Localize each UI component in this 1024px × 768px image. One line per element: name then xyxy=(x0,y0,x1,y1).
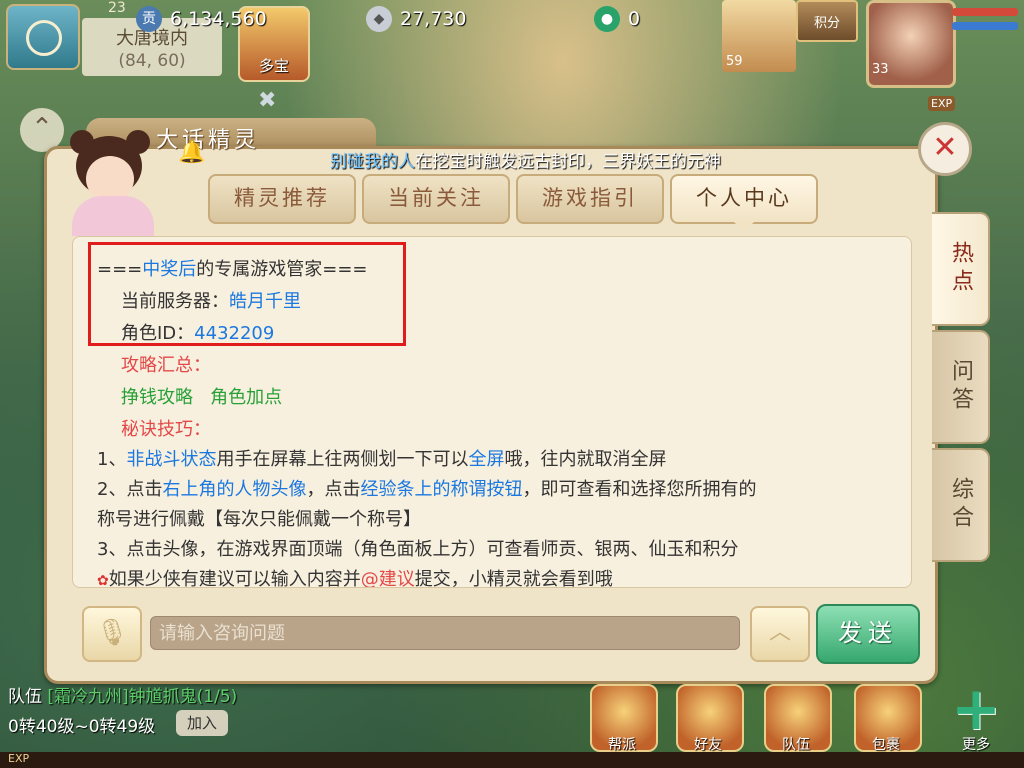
currency-jade-value: 0 xyxy=(628,8,641,30)
exp-bar xyxy=(0,752,1024,768)
currency-shigong-value: 6,134,560 xyxy=(170,8,267,30)
tip-4-end: 提交，小精灵就会看到哦 xyxy=(414,569,613,588)
tab-recommend[interactable]: 精灵推荐 xyxy=(208,174,356,224)
hero-level: 33 xyxy=(872,62,889,77)
guide-links: 挣钱攻略 角色加点 xyxy=(121,383,282,409)
more-label: 更多 xyxy=(962,737,990,753)
tip-1-highlight-b: 全屏 xyxy=(468,449,505,470)
player-level: 23 xyxy=(108,0,126,16)
friends-label: 好友 xyxy=(694,737,722,753)
currency-silver: ◆ 27,730 xyxy=(366,6,466,32)
location-coords: (84, 60) xyxy=(118,51,186,71)
tips-title: 秘诀技巧： xyxy=(121,419,211,440)
tip-2-end: ，即可查看和选择您所拥有的 xyxy=(522,479,757,500)
duobao-label: 多宝 xyxy=(258,57,289,75)
tip-2-highlight-a: 右上角的人物头像 xyxy=(162,479,307,500)
send-button[interactable]: 发送 xyxy=(816,604,920,664)
red-highlight-box xyxy=(88,242,406,346)
exp-label: EXP xyxy=(8,752,30,765)
team-prefix: 队伍 xyxy=(8,687,42,707)
attribute-points-guide-link[interactable]: 角色加点 xyxy=(210,387,282,408)
tip-4-prefix: 如果少侠有建议可以输入内容并 xyxy=(108,569,361,588)
tip-1-mid: 用手在屏幕上往两侧划一下可以 xyxy=(216,449,469,470)
tip-3: 3、点击头像，在游戏界面顶端（角色面板上方）可查看师贡、银两、仙玉和积分 xyxy=(97,539,739,560)
map-icon[interactable] xyxy=(6,4,80,70)
tab-following[interactable]: 当前关注 xyxy=(362,174,510,224)
team-task-line[interactable]: 队伍 [霜冷九州]钟馗抓鬼(1/5) xyxy=(8,682,237,707)
voice-button[interactable]: 🎙 xyxy=(82,606,142,662)
bag-label: 包裹 xyxy=(872,737,900,753)
dialog-title: 大话精灵 xyxy=(156,128,261,153)
expand-button[interactable]: ︿ xyxy=(750,606,810,662)
guide-title: 攻略汇总： xyxy=(121,355,211,376)
earn-money-guide-link[interactable]: 挣钱攻略 xyxy=(121,387,193,408)
question-input[interactable]: 请输入咨询问题 xyxy=(150,616,740,650)
news-marquee: 别碰我的人在挖宝时触发远古封印，三界妖王的元神 xyxy=(330,147,721,172)
currency-jade: ● 0 xyxy=(594,6,640,32)
side-tab-hot[interactable]: 热点 xyxy=(932,212,990,326)
tab-personal-center[interactable]: 个人中心 xyxy=(670,174,818,232)
chevron-up-icon: ︿ xyxy=(768,620,791,645)
guild-label: 帮派 xyxy=(608,737,636,753)
silver-icon: ◆ xyxy=(366,6,392,32)
status-bars xyxy=(952,8,1018,36)
bell-icon: 🔔 xyxy=(178,140,206,165)
tip-1-prefix: 1、 xyxy=(97,449,127,470)
tip-1: 1、非战斗状态用手在屏幕上往两侧划一下可以全屏哦，往内就取消全屏 xyxy=(97,445,666,471)
tip-2-line-2: 称号进行佩戴【每次只能佩戴一个称号】 xyxy=(97,509,421,530)
tip-1-end: 哦，往内就取消全屏 xyxy=(504,449,667,470)
jade-icon: ● xyxy=(594,6,620,32)
side-tab-qa[interactable]: 问答 xyxy=(932,330,990,444)
tip-4-highlight: @建议 xyxy=(360,569,415,588)
score-button[interactable]: 积分 xyxy=(796,0,858,42)
top-hud: 23 大唐境内 (84, 60) 多宝 贡 6,134,560 ◆ 27,730… xyxy=(0,0,1024,111)
exp-tag: EXP xyxy=(928,96,956,111)
tip-2-prefix: 2、点击 xyxy=(97,479,163,500)
score-label: 积分 xyxy=(813,16,840,31)
tip-4: ✿如果少侠有建议可以输入内容并@建议提交，小精灵就会看到哦 xyxy=(97,565,613,588)
join-button[interactable]: 加入 xyxy=(176,710,228,736)
currency-silver-value: 27,730 xyxy=(400,8,467,30)
sword-icon: ✖ xyxy=(258,88,277,113)
more-button[interactable]: + xyxy=(946,679,1006,739)
marquee-text: 在挖宝时触发远古封印，三界妖王的元神 xyxy=(415,152,721,172)
hp-bar xyxy=(952,8,1018,16)
mp-bar xyxy=(952,22,1018,30)
close-icon: ✕ xyxy=(932,130,958,165)
team-label: 队伍 xyxy=(782,737,810,753)
currency-shigong: 贡 6,134,560 xyxy=(136,6,267,32)
close-button[interactable]: ✕ xyxy=(918,122,972,176)
level-range: 0转40级~0转49级 xyxy=(8,717,156,737)
pet-level: 59 xyxy=(726,54,743,69)
marquee-highlight: 别碰我的人 xyxy=(330,152,415,172)
tip-2-mid: ，点击 xyxy=(306,479,361,500)
mic-icon: 🎙 xyxy=(95,618,129,648)
tip-2: 2、点击右上角的人物头像，点击经验条上的称谓按钮，即可查看和选择您所拥有的 xyxy=(97,475,756,501)
flower-icon: ✿ xyxy=(97,573,109,588)
tip-2-highlight-b: 经验条上的称谓按钮 xyxy=(360,479,523,500)
side-tab-general[interactable]: 综合 xyxy=(932,448,990,562)
tip-1-highlight-a: 非战斗状态 xyxy=(126,449,217,470)
team-task: [霜冷九州]钟馗抓鬼(1/5) xyxy=(47,687,238,707)
coin-icon: 贡 xyxy=(136,6,162,32)
tab-guide[interactable]: 游戏指引 xyxy=(516,174,664,224)
